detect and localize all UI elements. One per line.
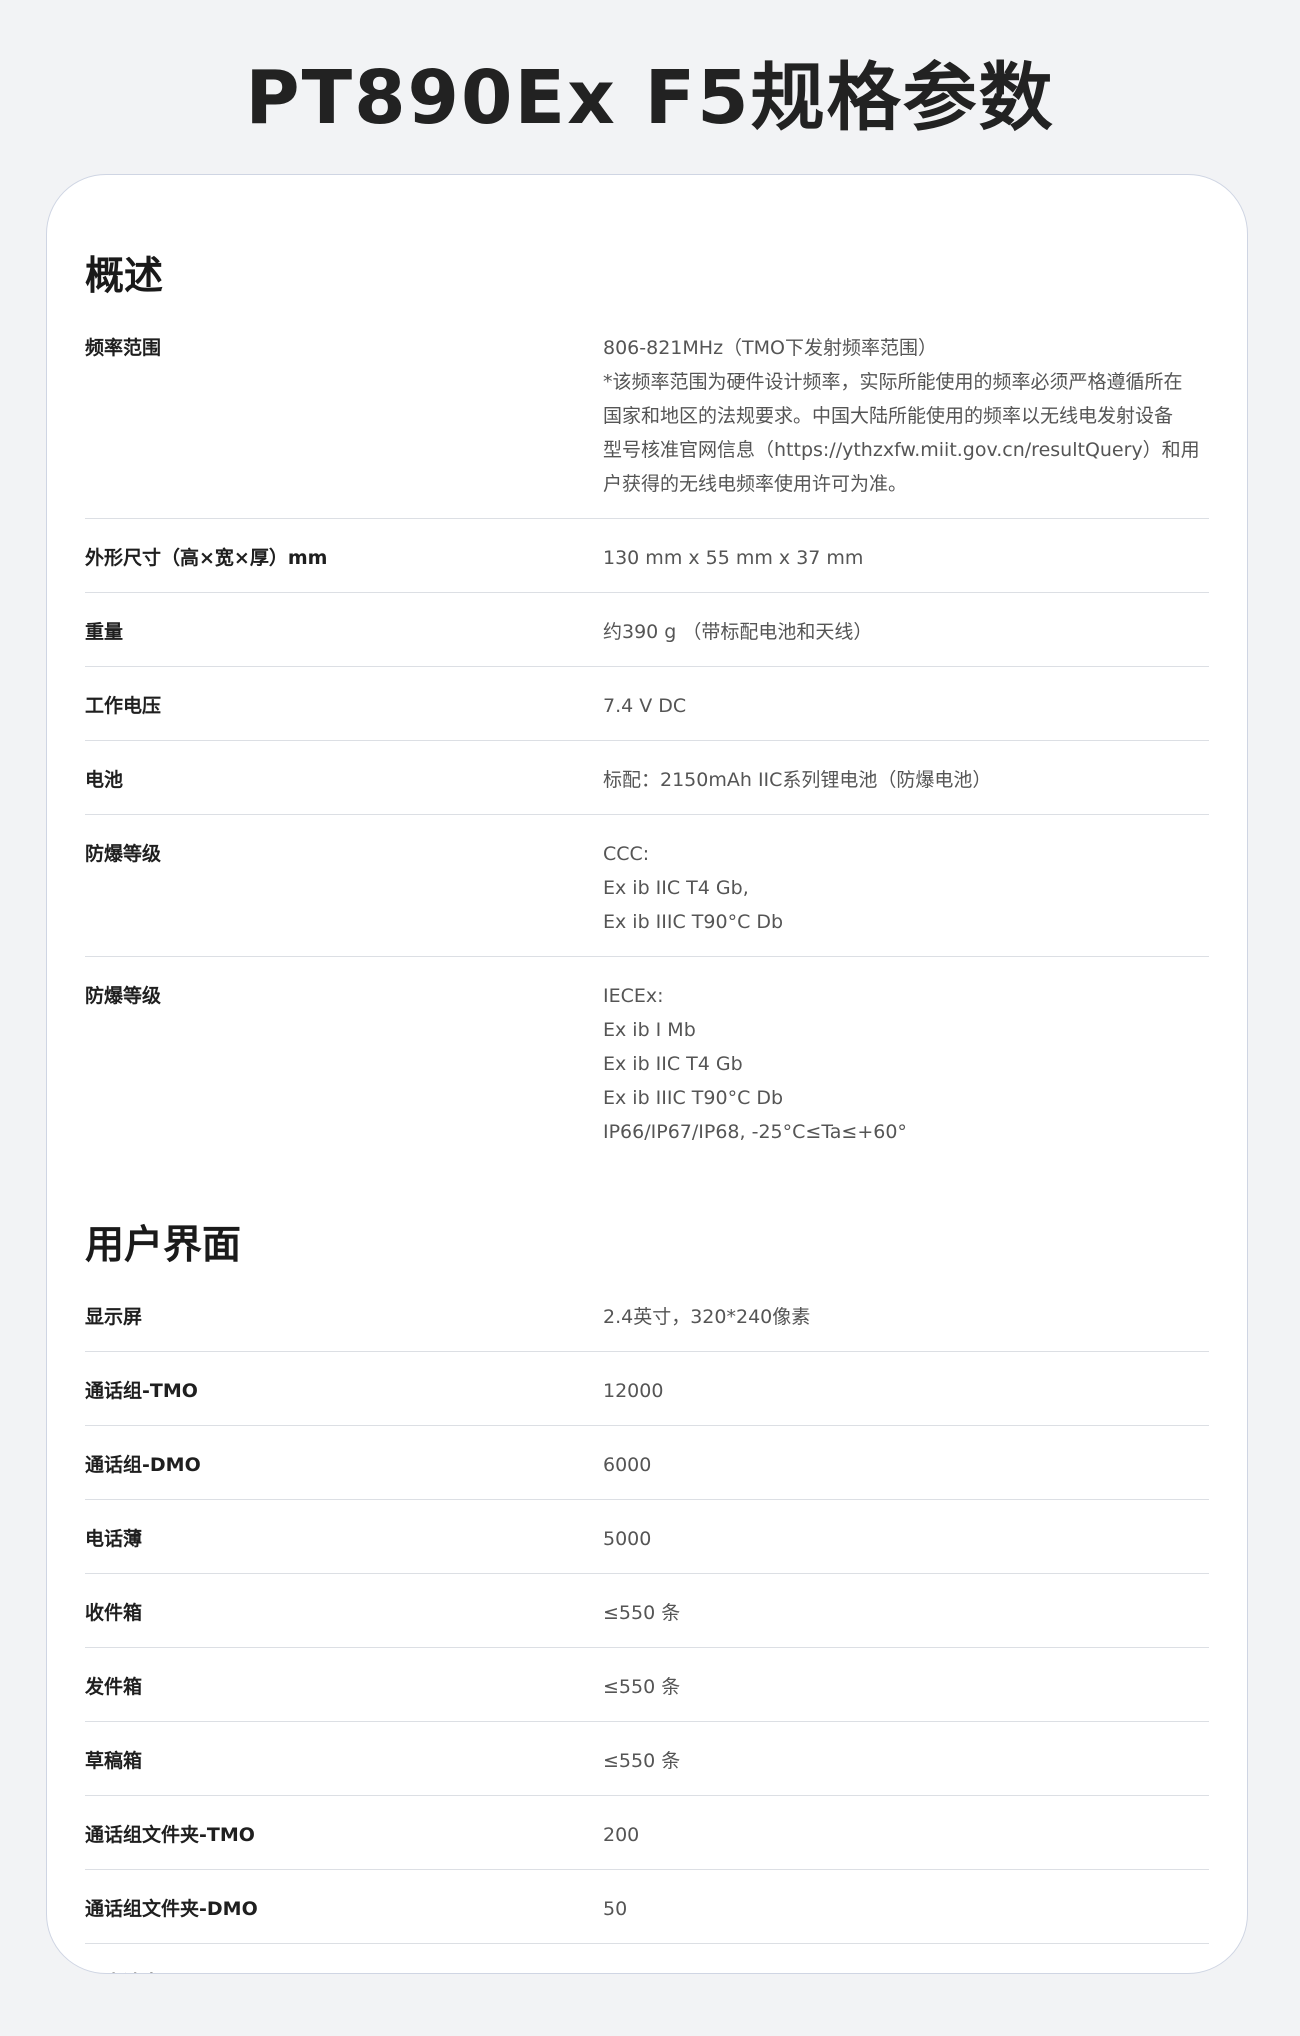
spec-value-line: Ex ib IIC T4 Gb (603, 1053, 743, 1075)
spec-label: 防爆等级 (85, 843, 162, 865)
spec-value-line: CCC: (603, 843, 650, 865)
spec-label: 工作电压 (85, 695, 162, 717)
spec-value-line: Ex ib I Mb (603, 1019, 696, 1041)
spec-value: 200 (603, 1966, 1209, 1973)
spec-value-line: 50 (603, 1898, 628, 1920)
spec-value-line: Ex ib IIIC T90°C Db (603, 911, 784, 933)
spec-row-talkgroup-tmo: 通话组-TMO 12000 (85, 1370, 1209, 1426)
spec-value: 2.4英寸，320*240像素 (603, 1300, 1209, 1334)
spec-value-line: 6000 (603, 1454, 652, 1476)
spec-row-dimensions: 外形尺寸（高×宽×厚）mm 130 mm x 55 mm x 37 mm (85, 537, 1209, 593)
spec-row-talkgroup-folder-dmo: 通话组文件夹-DMO 50 (85, 1888, 1209, 1944)
spec-value-line: 2.4英寸，320*240像素 (603, 1306, 811, 1328)
spec-value: ≤550 条 (603, 1596, 1209, 1630)
spec-value-line: 806-821MHz（TMO下发射频率范围） (603, 337, 937, 359)
spec-row-status-messages: 状态消息 200 (85, 1962, 1209, 1973)
spec-value-line: 约390 g （带标配电池和天线） (603, 621, 873, 643)
spec-label: 通话组-DMO (85, 1454, 201, 1476)
spec-value-line: *该频率范围为硬件设计频率，实际所能使用的频率必须严格遵循所在 (603, 371, 1183, 393)
spec-row-talkgroup-folder-tmo: 通话组文件夹-TMO 200 (85, 1814, 1209, 1870)
spec-value: 5000 (603, 1522, 1209, 1556)
spec-value: 12000 (603, 1374, 1209, 1408)
spec-value: 6000 (603, 1448, 1209, 1482)
spec-list: 显示屏 2.4英寸，320*240像素 通话组-TMO 12000 通话组-DM… (85, 1296, 1209, 1973)
spec-value: IECEx: Ex ib I Mb Ex ib IIC T4 Gb Ex ib … (603, 979, 1209, 1149)
spec-label: 草稿箱 (85, 1750, 143, 1772)
spec-label: 重量 (85, 621, 124, 643)
spec-value: 约390 g （带标配电池和天线） (603, 615, 1209, 649)
spec-label: 通话组文件夹-DMO (85, 1898, 258, 1920)
spec-label: 外形尺寸（高×宽×厚）mm (85, 547, 328, 569)
spec-value-line: ≤550 条 (603, 1676, 681, 1698)
spec-value-line: ≤550 条 (603, 1602, 681, 1624)
spec-row-outbox: 发件箱 ≤550 条 (85, 1666, 1209, 1722)
spec-value-line: 130 mm x 55 mm x 37 mm (603, 547, 864, 569)
spec-label: 发件箱 (85, 1676, 143, 1698)
spec-value-line: Ex ib IIC T4 Gb, (603, 877, 749, 899)
section-user-interface: 用户界面 显示屏 2.4英寸，320*240像素 通话组-TMO 12000 通… (85, 1222, 1209, 1973)
spec-value: 200 (603, 1818, 1209, 1852)
spec-value-line: 12000 (603, 1380, 664, 1402)
spec-label: 电话薄 (85, 1528, 143, 1550)
spec-label: 频率范围 (85, 337, 162, 359)
spec-row-weight: 重量 约390 g （带标配电池和天线） (85, 611, 1209, 667)
spec-value: ≤550 条 (603, 1670, 1209, 1704)
spec-value-line: Ex ib IIIC T90°C Db (603, 1087, 784, 1109)
spec-list: 频率范围 806-821MHz（TMO下发射频率范围） *该频率范围为硬件设计频… (85, 327, 1209, 1166)
spec-value: CCC: Ex ib IIC T4 Gb, Ex ib IIIC T90°C D… (603, 837, 1209, 939)
spec-value-line: 标配：2150mAh IIC系列锂电池（防爆电池） (603, 769, 992, 791)
spec-value-line: 7.4 V DC (603, 695, 687, 717)
spec-row-frequency-range: 频率范围 806-821MHz（TMO下发射频率范围） *该频率范围为硬件设计频… (85, 327, 1209, 519)
spec-value: 130 mm x 55 mm x 37 mm (603, 541, 1209, 575)
spec-label: 电池 (85, 769, 124, 791)
spec-row-talkgroup-dmo: 通话组-DMO 6000 (85, 1444, 1209, 1500)
spec-value-line: 户获得的无线电频率使用许可为准。 (603, 473, 908, 495)
spec-value-line: 200 (603, 1824, 640, 1846)
spec-value: ≤550 条 (603, 1744, 1209, 1778)
spec-row-drafts: 草稿箱 ≤550 条 (85, 1740, 1209, 1796)
spec-row-explosion-ccc: 防爆等级 CCC: Ex ib IIC T4 Gb, Ex ib IIIC T9… (85, 833, 1209, 957)
spec-row-display: 显示屏 2.4英寸，320*240像素 (85, 1296, 1209, 1352)
spec-value-line: IECEx: (603, 985, 664, 1007)
spec-value: 50 (603, 1892, 1209, 1926)
spec-value: 7.4 V DC (603, 689, 1209, 723)
spec-row-explosion-iecex: 防爆等级 IECEx: Ex ib I Mb Ex ib IIC T4 Gb E… (85, 975, 1209, 1166)
spec-label: 显示屏 (85, 1306, 143, 1328)
spec-label: 收件箱 (85, 1602, 143, 1624)
spec-row-battery: 电池 标配：2150mAh IIC系列锂电池（防爆电池） (85, 759, 1209, 815)
spec-row-inbox: 收件箱 ≤550 条 (85, 1592, 1209, 1648)
section-title: 用户界面 (85, 1223, 242, 1268)
spec-value-line: 5000 (603, 1528, 652, 1550)
spec-label: 状态消息 (85, 1966, 603, 1973)
spec-row-phonebook: 电话薄 5000 (85, 1518, 1209, 1574)
spec-label: 通话组-TMO (85, 1380, 198, 1402)
spec-value: 806-821MHz（TMO下发射频率范围） *该频率范围为硬件设计频率，实际所… (603, 331, 1209, 501)
section-title: 概述 (85, 254, 164, 299)
spec-card: 概述 频率范围 806-821MHz（TMO下发射频率范围） *该频率范围为硬件… (46, 174, 1248, 1974)
spec-value-line: IP66/IP67/IP68, -25°C≤Ta≤+60° (603, 1121, 907, 1143)
spec-value-line: ≤550 条 (603, 1750, 681, 1772)
spec-label: 防爆等级 (85, 985, 162, 1007)
spec-label: 通话组文件夹-TMO (85, 1824, 255, 1846)
section-overview: 概述 频率范围 806-821MHz（TMO下发射频率范围） *该频率范围为硬件… (85, 253, 1209, 1166)
page-title: PT890Ex F5规格参数 (245, 55, 1055, 141)
spec-value-line: 200 (603, 1966, 1209, 1973)
spec-value-line: 国家和地区的法规要求。中国大陆所能使用的频率以无线电发射设备 (603, 405, 1174, 427)
spec-row-voltage: 工作电压 7.4 V DC (85, 685, 1209, 741)
spec-value: 标配：2150mAh IIC系列锂电池（防爆电池） (603, 763, 1209, 797)
spec-value-line: 型号核准官网信息（https://ythzxfw.miit.gov.cn/res… (603, 439, 1200, 461)
